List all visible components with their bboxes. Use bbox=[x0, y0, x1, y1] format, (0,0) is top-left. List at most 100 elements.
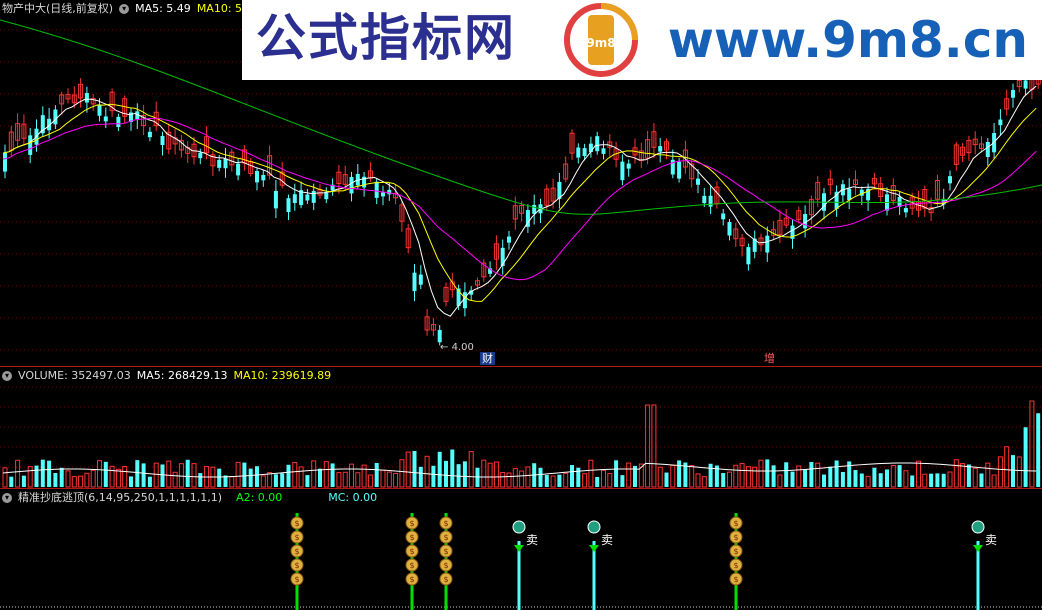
candle-down bbox=[765, 235, 770, 253]
candle-down bbox=[620, 161, 625, 181]
volume-bar-up bbox=[601, 469, 606, 488]
volume-bar-down bbox=[544, 475, 549, 487]
volume-bar-down bbox=[784, 462, 789, 487]
candle-down bbox=[412, 272, 417, 292]
volume-bar-up bbox=[424, 455, 430, 488]
candle-down bbox=[223, 158, 228, 169]
mc-label: MC: 0.00 bbox=[328, 491, 378, 504]
volume-bar-down bbox=[765, 459, 770, 487]
volume-bar-down bbox=[431, 465, 436, 487]
chevron-down-icon[interactable]: ▾ bbox=[2, 493, 12, 503]
volume-bars[interactable] bbox=[0, 367, 1042, 489]
money-bag-symbol: $ bbox=[294, 547, 299, 556]
candle-down bbox=[903, 207, 908, 213]
volume-bar-up bbox=[260, 475, 266, 488]
volume-bar-down bbox=[273, 474, 278, 487]
volume-bar-up bbox=[727, 471, 732, 488]
watermark-title: 公式指标网 bbox=[256, 8, 516, 67]
volume-bar-down bbox=[897, 465, 902, 487]
candle-down bbox=[97, 105, 102, 116]
volume-bar-up bbox=[493, 461, 499, 488]
volume-bar-down bbox=[771, 465, 776, 487]
shares-increase-tag[interactable]: 增 bbox=[762, 352, 777, 365]
volume-bar-up bbox=[645, 404, 651, 488]
volume-bar-down bbox=[664, 472, 669, 487]
volume-bar-up bbox=[985, 462, 991, 488]
candle-down bbox=[217, 159, 222, 168]
volume-bar-down bbox=[570, 465, 574, 487]
chevron-down-icon[interactable]: ▾ bbox=[119, 4, 130, 14]
money-bag-symbol: $ bbox=[443, 561, 448, 570]
money-bag-symbol: $ bbox=[733, 547, 738, 556]
candle-down bbox=[576, 147, 581, 158]
volume-bar-up bbox=[890, 465, 896, 488]
volume-bar-down bbox=[286, 464, 291, 487]
volume-bar-down bbox=[809, 462, 814, 487]
sell-label: 卖 bbox=[985, 533, 997, 547]
volume-chart-pane[interactable]: ▾ VOLUME: 352497.03 MA5: 268429.13 MA10: 23… bbox=[0, 366, 1042, 489]
volume-bar-down bbox=[878, 473, 883, 487]
candle-down bbox=[381, 192, 385, 197]
candle-down bbox=[311, 190, 316, 203]
sell-label: 卖 bbox=[601, 533, 613, 547]
volume-bar-up bbox=[953, 459, 959, 488]
volume-bar-down bbox=[330, 463, 335, 487]
volume-bar-up bbox=[689, 465, 695, 488]
volume-bar-up bbox=[235, 461, 241, 488]
watermark-seal-logo: 9m8 bbox=[564, 3, 638, 77]
candle-down bbox=[847, 188, 852, 201]
candle-down bbox=[696, 178, 700, 185]
volume-bar-up bbox=[349, 463, 354, 488]
volume-bar-up bbox=[972, 467, 978, 488]
volume-bar-up bbox=[90, 469, 96, 488]
volume-bar-down bbox=[21, 475, 26, 487]
signal-chart[interactable]: $ $ $ $ $ $ $ $ $ $ $ $ $ $ $ $ $ $ $ $ 卖 卖 卖 bbox=[0, 489, 1042, 610]
volume-bar-up bbox=[172, 471, 178, 488]
volume-bar-down bbox=[412, 450, 417, 487]
volume-bar-up bbox=[745, 466, 751, 488]
sell-label: 卖 bbox=[526, 533, 538, 547]
volume-bar-up bbox=[670, 464, 676, 488]
volume-bar-down bbox=[59, 467, 64, 487]
volume-bar-up bbox=[65, 470, 71, 488]
money-bag-symbol: $ bbox=[733, 575, 738, 584]
money-bag-symbol: $ bbox=[443, 547, 448, 556]
volume-bar-up bbox=[777, 474, 783, 488]
volume-bar-down bbox=[834, 460, 839, 487]
watermark-url: www.9m8.cn bbox=[667, 11, 1028, 69]
volume-bar-down bbox=[941, 473, 946, 487]
candle-down bbox=[236, 163, 241, 176]
candle-down bbox=[198, 152, 203, 159]
volume-ma10-label: MA10: 239619.89 bbox=[233, 369, 332, 382]
volume-bar-down bbox=[418, 466, 423, 487]
candle-down bbox=[1011, 90, 1015, 98]
finance-event-tag[interactable]: 财 bbox=[480, 352, 495, 365]
volume-bar-down bbox=[135, 460, 140, 487]
money-bag-symbol: $ bbox=[733, 519, 738, 528]
volume-bar-up bbox=[71, 476, 77, 488]
money-bag-symbol: $ bbox=[733, 533, 738, 542]
candle-down bbox=[500, 247, 505, 266]
volume-bar-up bbox=[991, 474, 997, 488]
volume-bar-down bbox=[721, 473, 726, 487]
volume-bar-down bbox=[147, 476, 152, 487]
volume-bar-down bbox=[217, 468, 222, 487]
candle-down bbox=[721, 213, 726, 220]
money-bag-symbol: $ bbox=[443, 575, 448, 584]
volume-bar-up bbox=[361, 464, 367, 488]
candle-down bbox=[103, 116, 108, 122]
indicator-chart-pane[interactable]: $ $ $ $ $ $ $ $ $ $ $ $ $ $ $ $ $ $ $ $ 卖 卖 卖 ▾ 精准抄底逃顶(6,14,95,… bbox=[0, 488, 1042, 610]
volume-bar-up bbox=[380, 469, 386, 488]
candle-down bbox=[261, 174, 266, 181]
volume-bar-up bbox=[342, 471, 348, 488]
candle-down bbox=[387, 189, 392, 195]
candle-down bbox=[601, 148, 606, 154]
volume-bar-down bbox=[160, 464, 165, 487]
money-bag-symbol: $ bbox=[409, 575, 414, 584]
indicator-legend: ▾ 精准抄底逃顶(6,14,95,250,1,1,1,1,1,1) A2: 0.00… bbox=[2, 491, 383, 505]
money-bag-symbol: $ bbox=[294, 561, 299, 570]
chevron-down-icon[interactable]: ▾ bbox=[2, 371, 12, 381]
sell-arrow-icon bbox=[971, 520, 985, 534]
volume-bar-up bbox=[758, 459, 764, 488]
volume-bar-up bbox=[701, 476, 707, 488]
